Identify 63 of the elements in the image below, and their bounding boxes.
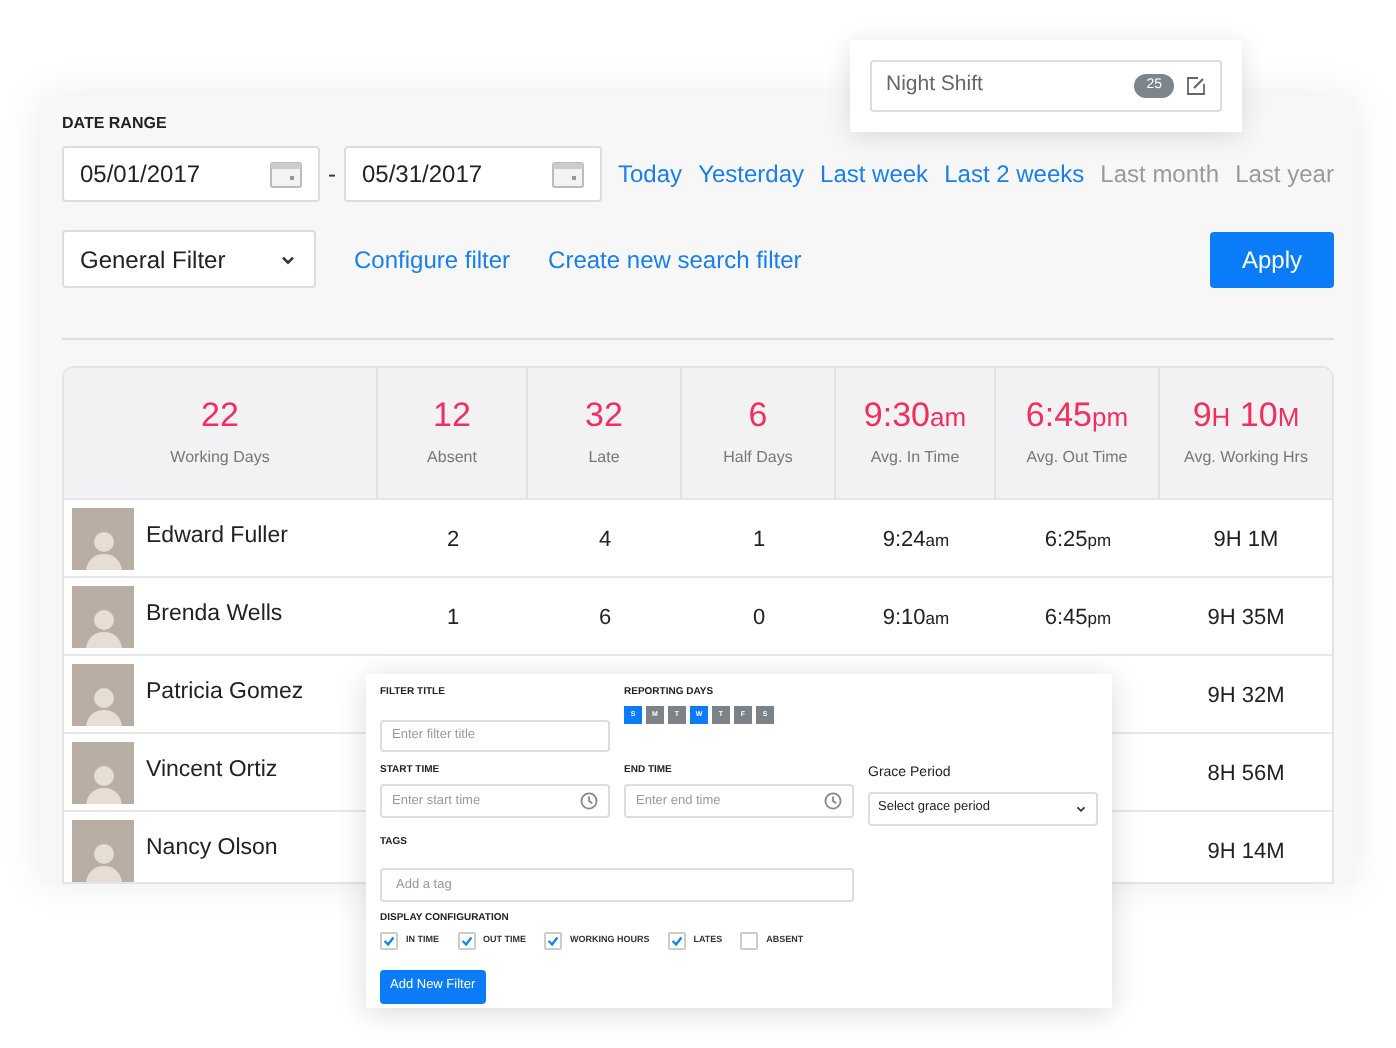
stat-value: 32 — [585, 397, 623, 433]
stat-label: Avg. In Time — [870, 445, 960, 469]
table-cell-text: 9H 14M — [1207, 838, 1285, 868]
table-cell-text: 9:24am — [882, 526, 950, 556]
table-cell-text: 1 — [446, 604, 460, 634]
stat-value: 6:45pm — [1025, 397, 1129, 433]
employee-name: Vincent Ortiz — [146, 756, 278, 787]
stat-label: Avg. Out Time — [1026, 445, 1128, 469]
stat-label: Absent — [427, 445, 477, 469]
table-cell-text: 4 — [598, 526, 612, 556]
employee-name: Edward Fuller — [146, 522, 288, 553]
employee-name: Patricia Gomez — [146, 678, 304, 709]
table-cell-text: 9H 1M — [1213, 526, 1279, 556]
table-cell-text: 6:45pm — [1044, 604, 1112, 634]
table-cell-text: 9H 35M — [1207, 604, 1285, 634]
checkbox[interactable] — [380, 931, 398, 949]
apply-button[interactable]: Apply — [1210, 231, 1334, 287]
employee-name: Nancy Olson — [146, 834, 278, 865]
edit-icon[interactable] — [1186, 76, 1206, 96]
date-preset-link[interactable]: Yesterday — [698, 156, 804, 192]
clock-icon — [580, 792, 598, 810]
table-cell-text: 6:25pm — [1044, 526, 1112, 556]
date-preset-link[interactable]: Last 2 weeks — [944, 156, 1085, 192]
date-preset-link[interactable]: Today — [618, 156, 683, 192]
table-cell-text: 6 — [598, 604, 612, 634]
calendar-icon — [552, 161, 584, 187]
filter-dropdown[interactable]: General Filter — [62, 230, 316, 288]
date-preset-link[interactable]: Last week — [820, 156, 929, 192]
checkbox[interactable] — [457, 931, 475, 949]
stat-value: 9:30am — [863, 397, 967, 433]
table-cell-text: 1 — [752, 526, 766, 556]
stat-value: 9H 10M — [1192, 397, 1300, 433]
shift-title: Night Shift — [886, 70, 985, 101]
table-cell-text: 9H 32M — [1207, 682, 1285, 712]
filter-link[interactable]: Create new search filter — [548, 241, 802, 277]
date-separator: - — [328, 158, 336, 192]
avatar-placeholder — [72, 585, 134, 647]
table-cell-text: 2 — [446, 526, 460, 556]
start-date-field[interactable]: 05/01/2017 — [62, 146, 320, 202]
chevron-down-icon — [1074, 801, 1088, 815]
stat-label: Working Days — [170, 445, 270, 469]
checkbox[interactable] — [740, 931, 759, 949]
avatar-placeholder — [72, 507, 134, 569]
stat-value: 22 — [201, 397, 239, 433]
stat-label: Late — [588, 445, 620, 469]
avatar-placeholder — [72, 741, 134, 803]
employee-name: Brenda Wells — [146, 600, 283, 631]
stat-label: Avg. Working Hrs — [1184, 445, 1308, 469]
checkbox[interactable] — [667, 931, 686, 949]
stat-value: 6 — [748, 397, 768, 433]
avatar-placeholder — [72, 663, 134, 725]
table-cell-text: 0 — [752, 604, 766, 634]
checkbox[interactable] — [544, 931, 562, 949]
calendar-icon — [270, 161, 302, 187]
filter-link[interactable]: Configure filter — [354, 241, 511, 277]
clock-icon — [824, 792, 842, 810]
stat-value: 12 — [433, 397, 471, 433]
stat-label: Half Days — [723, 445, 793, 469]
table-cell-text: 9:10am — [882, 604, 950, 634]
end-date-field[interactable]: 05/31/2017 — [344, 146, 602, 202]
table-cell-text: 8H 56M — [1207, 760, 1285, 790]
avatar-placeholder — [72, 819, 134, 881]
date-range-label: DATE RANGE — [62, 116, 169, 132]
